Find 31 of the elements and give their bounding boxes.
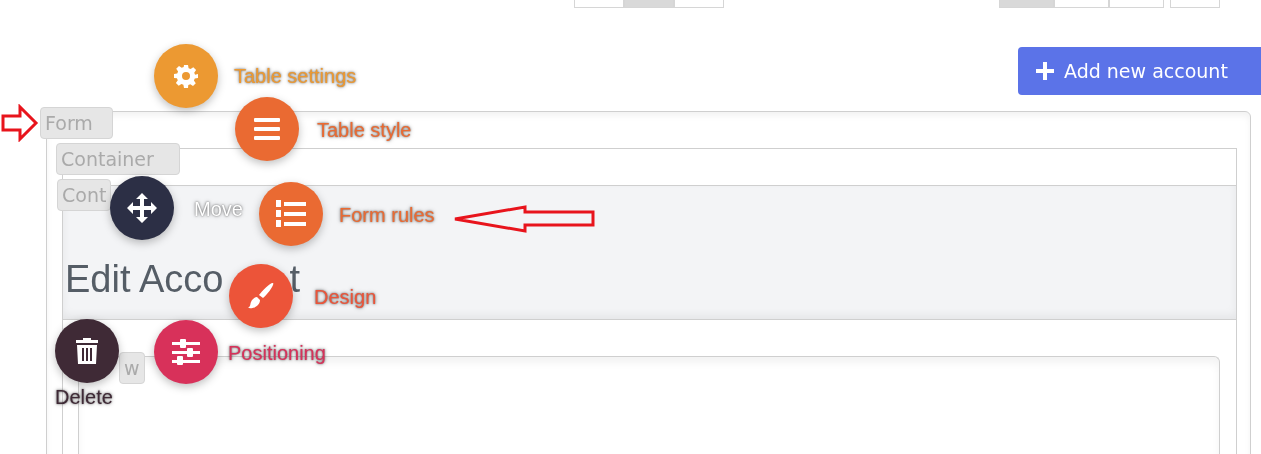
trash-icon — [76, 338, 98, 364]
sliders-icon — [172, 339, 200, 365]
action-label: Move — [194, 197, 243, 221]
action-label: Table settings — [234, 64, 357, 88]
brush-icon — [247, 282, 275, 310]
add-account-button[interactable]: Add new account — [1018, 47, 1261, 95]
action-label: Design — [314, 285, 377, 309]
layout-tag[interactable]: Cont — [57, 179, 112, 211]
action-button[interactable] — [55, 319, 119, 383]
action-label: Positioning — [228, 341, 326, 365]
page-heading: t — [289, 258, 300, 301]
plus-icon — [1036, 62, 1054, 80]
toggle-segment[interactable] — [1109, 0, 1164, 8]
menu-icon — [254, 118, 280, 140]
toggle-segment[interactable] — [624, 0, 674, 8]
pointer-arrow — [0, 104, 40, 142]
toggle-segment[interactable] — [674, 0, 724, 8]
action-label: Table style — [317, 118, 412, 142]
toggle-segment[interactable] — [1054, 0, 1109, 8]
layout-tag[interactable]: Form — [40, 107, 113, 139]
layout-tag[interactable]: Container — [56, 143, 180, 175]
layout-tag[interactable]: w — [119, 352, 145, 384]
action-label: Delete — [55, 385, 113, 409]
action-label: Form rules — [339, 203, 435, 227]
numbered-list-icon — [276, 200, 306, 228]
gear-icon — [174, 64, 198, 88]
page-heading: Edit Acco — [65, 258, 224, 301]
toggle-segment[interactable] — [574, 0, 624, 8]
toggle-segment[interactable] — [1170, 0, 1220, 8]
move-icon — [127, 193, 157, 223]
toggle-segment[interactable] — [999, 0, 1054, 8]
